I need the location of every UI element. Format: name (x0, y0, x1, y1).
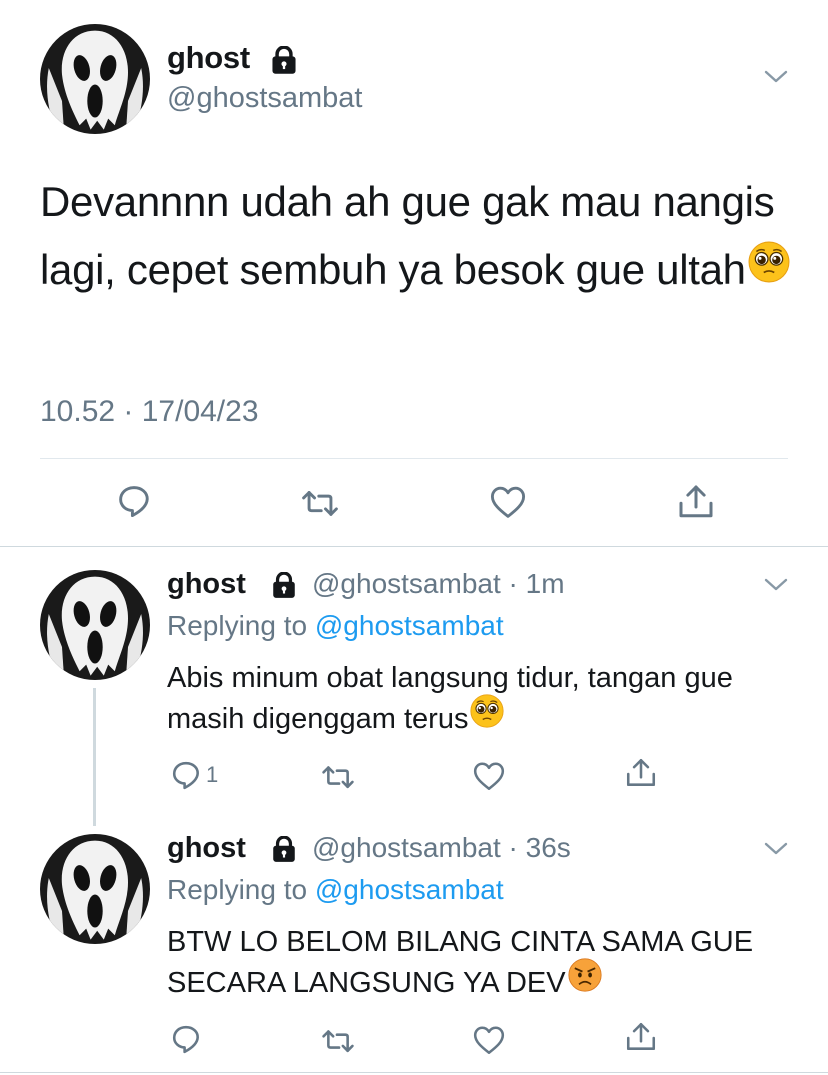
avatar[interactable] (40, 834, 150, 944)
retweet-button[interactable] (320, 760, 356, 790)
like-icon (473, 1026, 505, 1055)
retweet-icon (322, 766, 354, 789)
share-icon (679, 485, 713, 518)
section-divider (0, 1072, 828, 1073)
display-name[interactable]: ghost (167, 40, 250, 76)
chevron-down-icon[interactable] (762, 572, 790, 598)
retweet-button[interactable] (300, 484, 340, 518)
pleading-face-emoji (470, 694, 505, 740)
replying-to: Replying to @ghostsambat (167, 874, 504, 905)
reply-count: 1 (206, 762, 219, 787)
lock-icon (269, 45, 299, 81)
tweet-age: 1m (525, 568, 565, 599)
username[interactable]: @ghostsambat · 1m (312, 568, 565, 600)
lock-icon (270, 835, 298, 869)
reply-icon (172, 1025, 199, 1054)
lock-icon (270, 571, 298, 605)
share-button[interactable] (624, 756, 658, 790)
replying-to: Replying to @ghostsambat (167, 610, 504, 641)
tweet-age: 36s (525, 832, 571, 863)
username[interactable]: @ghostsambat · 36s (312, 832, 571, 864)
share-icon (626, 758, 656, 786)
mention-link[interactable]: @ghostsambat (315, 874, 504, 905)
like-icon (473, 762, 505, 791)
username[interactable]: @ghostsambat (167, 82, 362, 115)
mention-link[interactable]: @ghostsambat (315, 610, 504, 641)
section-divider (0, 546, 828, 547)
display-name[interactable]: ghost (167, 568, 246, 601)
angry-face-emoji (567, 958, 602, 1004)
avatar[interactable] (40, 24, 150, 134)
like-button[interactable] (472, 760, 506, 792)
reply-icon (172, 761, 199, 790)
like-icon (490, 486, 526, 518)
timestamp[interactable]: 10.52 · 17/04/23 (40, 395, 259, 429)
reply-button[interactable]: 1 (170, 760, 218, 790)
tweet-text: Abis minum obat langsung tidur, tangan g… (167, 658, 767, 740)
divider (40, 458, 788, 459)
thread-line (93, 688, 96, 826)
share-button[interactable] (676, 482, 716, 522)
share-icon (626, 1022, 656, 1050)
tweet-text: Devannnn udah ah gue gak mau nangis lagi… (40, 168, 800, 304)
like-button[interactable] (488, 484, 528, 520)
chevron-down-icon[interactable] (762, 64, 790, 90)
reply-icon (119, 486, 149, 518)
share-button[interactable] (624, 1020, 658, 1054)
retweet-button[interactable] (320, 1024, 356, 1054)
retweet-icon (322, 1030, 354, 1053)
display-name[interactable]: ghost (167, 832, 246, 865)
like-button[interactable] (472, 1024, 506, 1056)
avatar[interactable] (40, 570, 150, 680)
reply-button[interactable] (170, 1024, 202, 1054)
reply-button[interactable] (116, 484, 152, 518)
chevron-down-icon[interactable] (762, 836, 790, 862)
pleading-face-emoji (747, 235, 790, 303)
retweet-icon (302, 491, 338, 516)
tweet-text: BTW LO BELOM BILANG CINTA SAMA GUE SECAR… (167, 922, 767, 1004)
